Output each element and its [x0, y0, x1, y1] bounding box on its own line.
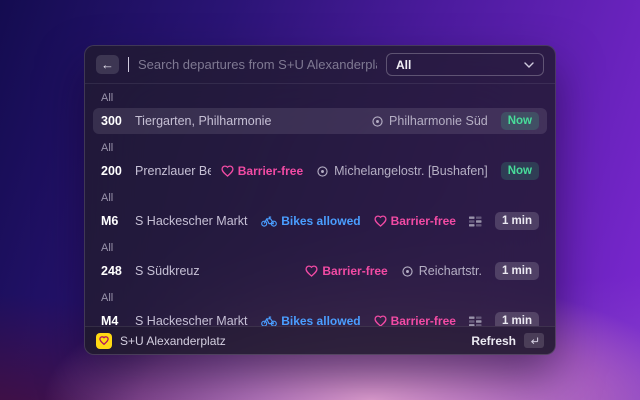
- departure-row-m6[interactable]: M6 S Hackescher Markt Bikes allowed Barr…: [93, 208, 547, 234]
- line-number: M6: [101, 214, 119, 228]
- group-label: All: [101, 92, 114, 104]
- arrow-left-icon: ←: [101, 57, 114, 72]
- group-label: All: [101, 142, 114, 154]
- filter-dropdown-value: All: [396, 57, 412, 72]
- bicycle-icon: [261, 215, 278, 227]
- destination-label: Tiergarten, Philharmonie: [135, 114, 272, 128]
- group-label: All: [101, 242, 114, 254]
- target-icon: [402, 265, 413, 277]
- direction-label: Michelangelostr. [Bushafen]: [334, 164, 488, 178]
- current-station-label: S+U Alexanderplatz: [120, 333, 226, 348]
- search-input[interactable]: [138, 57, 377, 72]
- heart-icon: [305, 265, 318, 277]
- search-header: ← All: [85, 46, 555, 84]
- group-label: All: [101, 192, 114, 204]
- departure-row-248[interactable]: 248 S Südkreuz Barrier-free Reichartstr.…: [93, 258, 547, 284]
- direction-label: Philharmonie Süd: [389, 114, 488, 128]
- departure-group: All M6 S Hackescher Markt Bikes allowed: [85, 186, 555, 234]
- occupancy-icon: [468, 316, 482, 326]
- heart-icon: [221, 165, 234, 177]
- departures-panel: ← All All 300 Tiergarten, Philharmonie: [84, 45, 556, 355]
- status-bar: S+U Alexanderplatz Refresh: [85, 326, 555, 354]
- occupancy-icon: [468, 216, 482, 226]
- filter-dropdown[interactable]: All: [386, 53, 544, 76]
- target-icon: [372, 115, 383, 127]
- text-cursor: [128, 57, 129, 72]
- bikes-allowed-label: Bikes allowed: [281, 214, 361, 228]
- departure-group: All 248 S Südkreuz Barrier-free Reichart…: [85, 236, 555, 284]
- line-number: 200: [101, 164, 122, 178]
- barrier-free-label: Barrier-free: [237, 164, 304, 178]
- time-badge: Now: [500, 161, 539, 181]
- departure-group: All 200 Prenzlauer Berg, Michelangelostr…: [85, 136, 555, 184]
- time-badge: 1 min: [494, 211, 539, 231]
- bicycle-icon: [261, 315, 278, 326]
- heart-icon: [374, 315, 387, 326]
- destination-label: S Südkreuz: [135, 264, 200, 278]
- departures-list: All 300 Tiergarten, Philharmonie Philhar…: [85, 84, 555, 326]
- departure-row-200[interactable]: 200 Prenzlauer Berg, Michelangelostr. Ba…: [93, 158, 547, 184]
- barrier-free-label: Barrier-free: [390, 314, 456, 326]
- time-badge: 1 min: [494, 261, 539, 281]
- direction-label: Reichartstr.: [418, 264, 482, 278]
- departure-row-300[interactable]: 300 Tiergarten, Philharmonie Philharmoni…: [93, 108, 547, 134]
- barrier-free-label: Barrier-free: [322, 264, 388, 278]
- destination-label: S Hackescher Markt: [135, 314, 248, 326]
- line-number: M4: [101, 314, 119, 326]
- enter-key-icon: [524, 333, 544, 348]
- bikes-allowed-label: Bikes allowed: [281, 314, 361, 326]
- line-number: 300: [101, 114, 122, 128]
- target-icon: [317, 165, 328, 177]
- time-badge: Now: [500, 111, 539, 131]
- departure-group: All M4 S Hackescher Markt Bikes allowed: [85, 286, 555, 326]
- departure-group: All 300 Tiergarten, Philharmonie Philhar…: [85, 86, 555, 134]
- destination-label: S Hackescher Markt: [135, 214, 248, 228]
- chevron-down-icon: [524, 61, 534, 68]
- barrier-free-label: Barrier-free: [390, 214, 456, 228]
- time-badge: 1 min: [494, 311, 539, 326]
- app-icon: [96, 332, 112, 349]
- group-label: All: [101, 292, 114, 304]
- destination-label: Prenzlauer Berg, Michelangelostr.: [135, 164, 211, 178]
- departure-row-m4[interactable]: M4 S Hackescher Markt Bikes allowed Barr…: [93, 308, 547, 326]
- heart-icon: [374, 215, 387, 227]
- heart-icon: [99, 336, 109, 345]
- back-button[interactable]: ←: [96, 55, 119, 74]
- refresh-button[interactable]: Refresh: [471, 334, 516, 348]
- line-number: 248: [101, 264, 122, 278]
